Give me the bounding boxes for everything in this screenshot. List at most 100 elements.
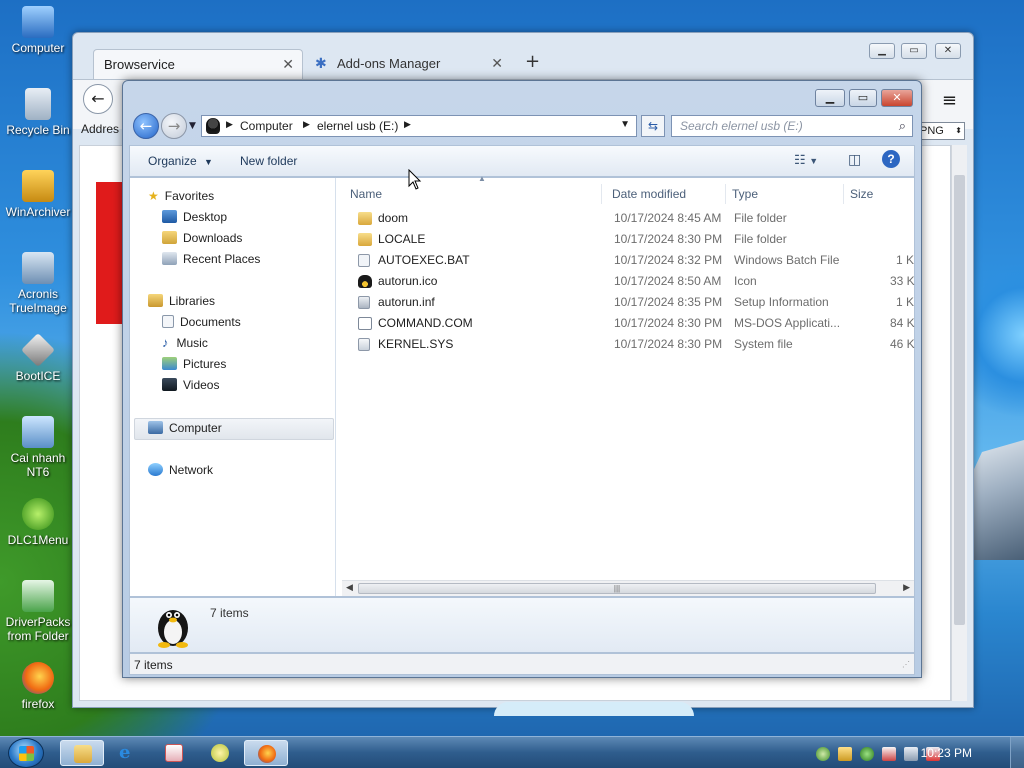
organize-button[interactable]: Organize ▼	[148, 154, 213, 168]
desktop-icon-acronis[interactable]: Acronis TrueImage	[2, 252, 74, 315]
videos-icon	[162, 378, 177, 391]
search-icon: ⌕	[898, 118, 906, 133]
chevron-right-icon: ▶	[404, 119, 411, 129]
installer-icon	[22, 416, 54, 448]
nav-videos[interactable]: Videos	[162, 375, 219, 395]
desktop-icon-bootice[interactable]: BootICE	[2, 333, 74, 383]
documents-icon	[162, 315, 174, 328]
nav-documents[interactable]: Documents	[162, 312, 241, 332]
resize-grip-icon[interactable]: ⋰	[902, 660, 910, 669]
file-row-locale[interactable]: LOCALE 10/17/2024 8:30 PM File folder	[352, 229, 912, 250]
recent-pages-chevron-icon[interactable]: ▼	[189, 121, 196, 131]
new-folder-button[interactable]: New folder	[240, 154, 297, 168]
breadcrumb-computer[interactable]: Computer	[240, 119, 293, 133]
new-tab-button[interactable]: +	[525, 51, 540, 72]
nav-recent-places[interactable]: Recent Places	[162, 249, 260, 269]
forward-button[interactable]: →	[161, 113, 187, 139]
folder-icon	[358, 233, 372, 246]
firefox-icon	[258, 745, 276, 763]
browser-scrollbar[interactable]	[951, 145, 967, 701]
close-tab-icon[interactable]: ✕	[282, 56, 294, 73]
nav-pictures[interactable]: Pictures	[162, 354, 226, 374]
column-header-name[interactable]: Name	[346, 184, 602, 204]
desktop-icon-driverpacks[interactable]: DriverPacks from Folder	[2, 580, 74, 643]
file-row-kernel-sys[interactable]: KERNEL.SYS 10/17/2024 8:30 PM System fil…	[352, 334, 915, 355]
desktop-icon-recycle-bin[interactable]: Recycle Bin	[2, 88, 74, 137]
column-header-date-modified[interactable]: Date modified	[608, 184, 726, 204]
taskbar-app-button[interactable]	[152, 740, 196, 766]
breadcrumb-drive[interactable]: elernel usb (E:)	[317, 119, 398, 133]
internet-explorer-icon: e	[119, 742, 131, 763]
tray-play-icon[interactable]	[860, 747, 874, 761]
format-select[interactable]: PNG ⬍	[917, 122, 965, 140]
start-button[interactable]	[8, 738, 44, 768]
command-bar: Organize ▼ New folder ☷ ▼ ◫ ?	[129, 145, 915, 177]
back-button[interactable]: ←	[133, 113, 159, 139]
file-row-command-com[interactable]: COMMAND.COM 10/17/2024 8:30 PM MS-DOS Ap…	[352, 313, 915, 334]
tray-shield-icon[interactable]	[816, 747, 830, 761]
nav-libraries[interactable]: Libraries	[148, 291, 215, 311]
scroll-right-icon[interactable]: ▶	[903, 582, 910, 593]
tray-archive-icon[interactable]	[838, 747, 852, 761]
taskbar-clock[interactable]: 10:23 PM	[921, 746, 972, 760]
nav-desktop[interactable]: Desktop	[162, 207, 227, 227]
back-button[interactable]: ←	[83, 84, 113, 114]
view-options-icon[interactable]: ☷ ▼	[794, 152, 818, 168]
computer-icon	[22, 6, 54, 38]
tray-network-icon[interactable]	[904, 747, 918, 761]
column-header-size[interactable]: Size	[846, 184, 906, 204]
tab-label: Browservice	[104, 57, 175, 72]
status-bar: 7 items ⋰	[129, 653, 915, 675]
desktop-icon-winarchiver[interactable]: WinArchiver	[2, 170, 74, 219]
driverpacks-icon	[22, 580, 54, 612]
minimize-button[interactable]: ▁	[869, 43, 895, 59]
preview-pane-icon[interactable]: ◫	[848, 151, 861, 168]
scrollbar-thumb[interactable]: |||	[358, 583, 876, 594]
chevron-down-icon: ▼	[204, 157, 213, 167]
star-icon: ★	[148, 189, 159, 203]
help-icon[interactable]: ?	[882, 150, 900, 168]
tray-tool-icon[interactable]	[882, 747, 896, 761]
tux-icon	[206, 118, 220, 134]
taskbar-firefox-button[interactable]	[244, 740, 288, 766]
address-bar[interactable]: ▶ Computer ▶ elernel usb (E:) ▶ ▼	[201, 115, 637, 137]
nav-downloads[interactable]: Downloads	[162, 228, 242, 248]
nav-music[interactable]: ♪ Music	[162, 333, 208, 353]
file-row-autoexec[interactable]: AUTOEXEC.BAT 10/17/2024 8:32 PM Windows …	[352, 250, 914, 271]
taskbar-ie-button[interactable]: e	[106, 740, 150, 766]
taskbar-explorer-button[interactable]	[60, 740, 104, 766]
maximize-button[interactable]: ▭	[901, 43, 927, 59]
search-input[interactable]: Search elernel usb (E:) ⌕	[671, 115, 913, 137]
column-header-type[interactable]: Type	[728, 184, 844, 204]
messenger-icon	[211, 744, 229, 762]
scroll-left-icon[interactable]: ◀	[346, 582, 353, 593]
scrollbar-thumb[interactable]	[954, 175, 965, 625]
close-tab-icon[interactable]: ✕	[491, 55, 503, 72]
nav-computer[interactable]: Computer	[148, 418, 222, 438]
pictures-icon	[162, 357, 177, 370]
file-row-autorun-inf[interactable]: autorun.inf 10/17/2024 8:35 PM Setup Inf…	[352, 292, 914, 313]
menu-icon[interactable]: ≡	[942, 90, 957, 111]
desktop-icon-computer[interactable]: Computer	[2, 6, 74, 55]
refresh-button[interactable]: ⇆	[641, 115, 665, 137]
file-row-doom[interactable]: doom 10/17/2024 8:45 AM File folder	[352, 208, 912, 229]
maximize-button[interactable]: ▭	[849, 89, 877, 107]
status-item-count: 7 items	[134, 658, 173, 672]
desktop-icon-cai-nhanh[interactable]: Cai nhanh NT6	[2, 416, 74, 479]
show-desktop-button[interactable]	[1010, 737, 1024, 768]
close-button[interactable]: ✕	[935, 43, 961, 59]
taskbar-messenger-button[interactable]	[198, 740, 242, 766]
horizontal-scrollbar[interactable]: ◀ ||| ▶	[342, 580, 914, 596]
minimize-button[interactable]: ▁	[815, 89, 845, 107]
desktop-icon-firefox[interactable]: firefox	[2, 662, 74, 711]
file-row-autorun-ico[interactable]: autorun.ico 10/17/2024 8:50 AM Icon 33 K	[352, 271, 915, 292]
tab-addons-manager[interactable]: ✱ Add-ons Manager ✕	[309, 49, 511, 79]
details-item-count: 7 items	[210, 606, 249, 620]
address-dropdown-icon[interactable]: ▼	[620, 119, 630, 130]
desktop-icon-dlc1menu[interactable]: DLC1Menu	[2, 498, 74, 547]
nav-network[interactable]: Network	[148, 460, 213, 480]
close-button[interactable]: ✕	[881, 89, 913, 107]
batch-file-icon	[358, 254, 370, 267]
nav-favorites[interactable]: ★ Favorites	[148, 186, 214, 206]
tab-browservice[interactable]: Browservice ✕	[93, 49, 303, 79]
